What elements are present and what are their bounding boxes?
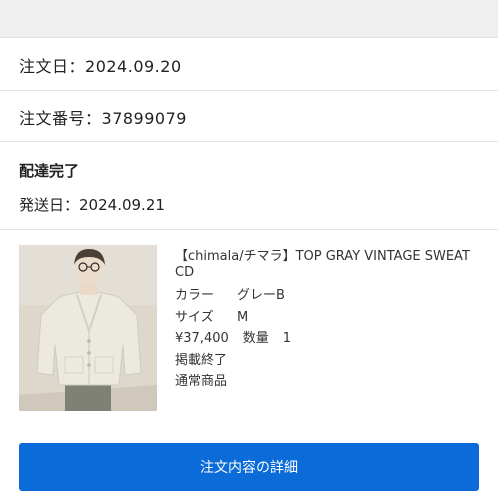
- order-date-text: 注文日：2024.09.20: [19, 53, 182, 77]
- color-label: カラー: [175, 288, 215, 303]
- product-image[interactable]: [19, 245, 157, 411]
- order-date-label: 注文日：: [19, 57, 86, 76]
- color-value: グレーB: [237, 288, 285, 303]
- order-detail-button-label: 注文内容の詳細: [200, 460, 298, 476]
- product-info: 【chimala/チマラ】TOP GRAY VINTAGE SWEAT CD カ…: [175, 249, 475, 393]
- product-type: 通常商品: [175, 374, 228, 389]
- order-date-row: 注文日：2024.09.20: [0, 38, 498, 91]
- delivery-status: 配達完了: [19, 162, 80, 180]
- order-number-row: 注文番号：37899079: [0, 91, 498, 142]
- order-number-text: 注文番号：37899079: [19, 105, 187, 129]
- product-price: ¥37,400: [175, 331, 229, 346]
- size-value: M: [237, 309, 249, 325]
- product-color-line: カラー グレーB: [175, 285, 475, 307]
- quantity-value: 1: [282, 331, 292, 346]
- quantity-label: 数量: [242, 331, 269, 346]
- order-date-value: 2024.09.20: [85, 57, 182, 76]
- product-item[interactable]: 【chimala/チマラ】TOP GRAY VINTAGE SWEAT CD カ…: [0, 230, 498, 430]
- ship-date-value: 2024.09.21: [79, 196, 165, 214]
- product-title[interactable]: 【chimala/チマラ】TOP GRAY VINTAGE SWEAT CD: [175, 249, 475, 281]
- top-bar: [0, 0, 498, 38]
- ship-date-text: 発送日：2024.09.21: [19, 194, 165, 215]
- listing-status: 掲載終了: [175, 352, 228, 368]
- order-number-value: 37899079: [101, 109, 187, 128]
- size-label: サイズ: [175, 309, 214, 325]
- product-price-line: ¥37,400 数量 1: [175, 328, 475, 350]
- product-size-line: サイズ M: [175, 307, 475, 329]
- delivery-section: 配達完了 発送日：2024.09.21: [0, 142, 498, 230]
- order-detail-button[interactable]: 注文内容の詳細: [19, 443, 479, 491]
- product-photo-illustration: [19, 245, 157, 411]
- order-number-label: 注文番号：: [19, 109, 102, 128]
- ship-date-label: 発送日：: [19, 196, 80, 214]
